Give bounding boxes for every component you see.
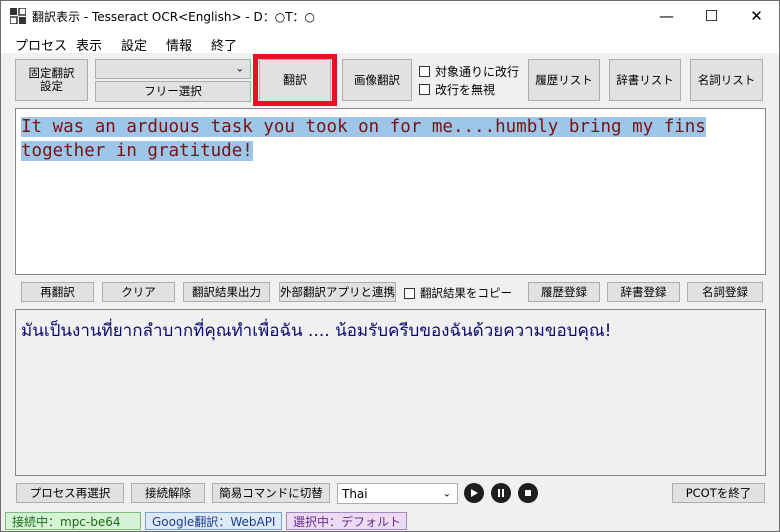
chevron-down-icon: ⌄ (442, 488, 451, 499)
language-select[interactable]: Thai ⌄ (337, 483, 458, 504)
minimize-button[interactable]: — (644, 1, 689, 31)
play-icon[interactable] (464, 483, 484, 503)
stop-icon[interactable] (518, 483, 538, 503)
status-engine: Google翻訳：WebAPI (145, 512, 282, 530)
menu-exit[interactable]: 終了 (211, 35, 237, 54)
status-selection: 選択中：デフォルト (286, 512, 407, 530)
checkbox-box (404, 287, 415, 299)
checkbox-box (419, 84, 430, 95)
translate-highlight-box (253, 54, 337, 106)
fixed-translation-settings-button[interactable]: 固定翻訳 設定 (15, 59, 88, 101)
menu-bar: プロセス 表示 設定 情報 終了 (1, 31, 779, 54)
simple-command-button[interactable]: 簡易コマンドに切替 (212, 483, 330, 503)
selected-source-text: It was an arduous task you took on for m… (21, 117, 706, 161)
register-noun-button[interactable]: 名詞登録 (687, 282, 763, 302)
preset-select[interactable]: ⌄ (95, 59, 251, 79)
result-text: มันเป็นงานที่ยากลำบากที่คุณทำเพื่อฉัน ..… (21, 321, 612, 341)
retranslate-button[interactable]: 再翻訳 (21, 282, 94, 302)
clear-button[interactable]: クリア (102, 282, 175, 302)
dictionary-list-button[interactable]: 辞書リスト (609, 59, 681, 101)
copy-result-label: 翻訳結果をコピー (420, 286, 512, 300)
language-value: Thai (342, 487, 368, 501)
history-list-button[interactable]: 履歴リスト (528, 59, 600, 101)
menu-view[interactable]: 表示 (76, 35, 102, 54)
disconnect-button[interactable]: 接続解除 (131, 483, 205, 503)
output-result-button[interactable]: 翻訳結果出力 (183, 282, 270, 302)
status-connection: 接続中：mpc-be64 (5, 512, 141, 530)
close-button[interactable]: ✕ (734, 1, 779, 31)
register-history-button[interactable]: 履歴登録 (528, 282, 600, 302)
result-text-area[interactable]: มันเป็นงานที่ยากลำบากที่คุณทำเพื่อฉัน ..… (15, 309, 766, 476)
app-window: 翻訳表示 - Tesseract OCR<English> - D：○T：○ —… (0, 0, 780, 532)
menu-process[interactable]: プロセス (15, 35, 67, 54)
checkbox-box (419, 66, 430, 77)
exit-pcot-button[interactable]: PCOTを終了 (672, 483, 765, 503)
pause-icon[interactable] (491, 483, 511, 503)
external-app-button[interactable]: 外部翻訳アプリと連携 (279, 282, 396, 302)
source-text: It was an arduous task you took on for m… (21, 115, 731, 163)
image-translate-button[interactable]: 画像翻訳 (342, 59, 412, 101)
app-icon (10, 8, 26, 24)
register-dictionary-button[interactable]: 辞書登録 (607, 282, 680, 302)
copy-result-checkbox[interactable]: 翻訳結果をコピー (404, 285, 512, 301)
ignore-linebreak-checkbox[interactable]: 改行を無視 (419, 81, 495, 98)
menu-info[interactable]: 情報 (166, 35, 192, 54)
chevron-down-icon: ⌄ (235, 63, 244, 75)
linebreak-checkbox[interactable]: 対象通りに改行 (419, 63, 519, 80)
reselect-process-button[interactable]: プロセス再選択 (16, 483, 124, 503)
maximize-button[interactable]: ☐ (689, 1, 734, 31)
noun-list-button[interactable]: 名詞リスト (690, 59, 763, 101)
title-bar: 翻訳表示 - Tesseract OCR<English> - D：○T：○ —… (1, 1, 779, 31)
window-title: 翻訳表示 - Tesseract OCR<English> - D：○T：○ (32, 10, 315, 24)
free-select-button[interactable]: フリー選択 (95, 81, 251, 102)
linebreak-label: 対象通りに改行 (435, 65, 520, 79)
menu-settings[interactable]: 設定 (121, 35, 147, 54)
source-text-area[interactable]: It was an arduous task you took on for m… (15, 108, 766, 275)
ignore-linebreak-label: 改行を無視 (435, 83, 496, 97)
fixed-translation-label-2: 設定 (40, 79, 63, 93)
